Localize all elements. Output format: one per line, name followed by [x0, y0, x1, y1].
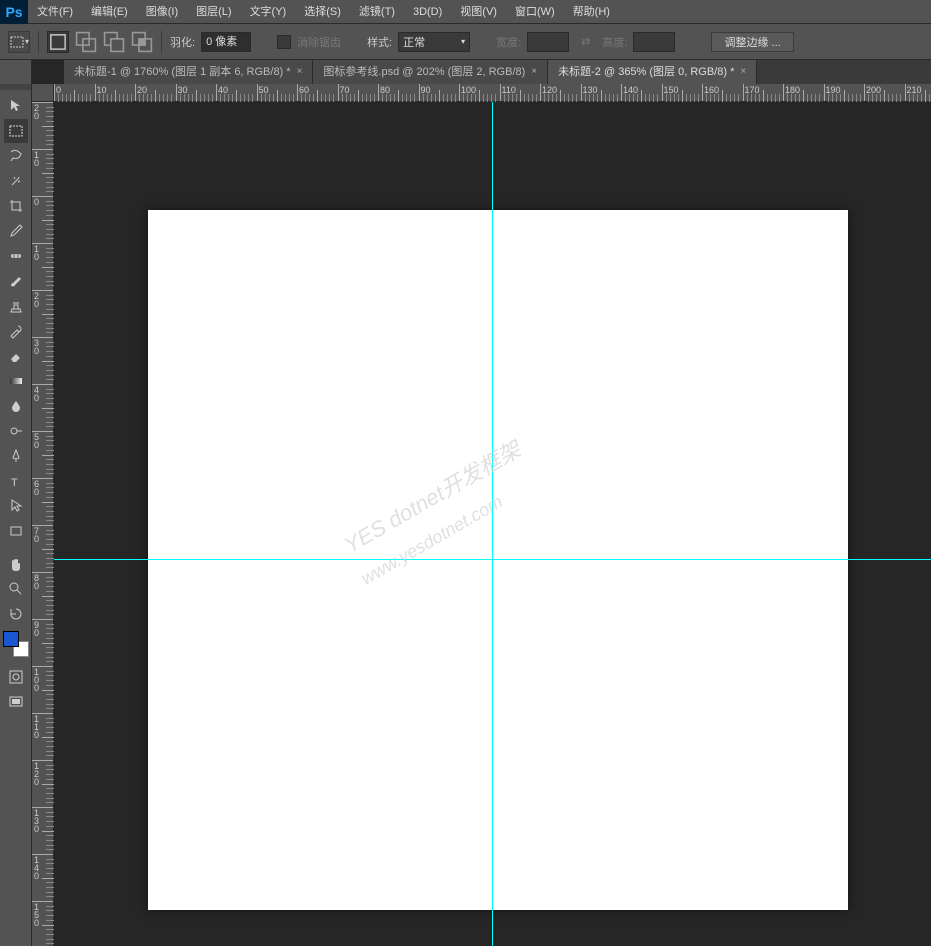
height-label: 高度:: [602, 34, 627, 50]
swap-icon: ⇄: [575, 35, 596, 48]
style-select[interactable]: 正常▾: [398, 32, 470, 52]
close-icon[interactable]: ×: [297, 60, 303, 84]
toolbox-grip[interactable]: [0, 84, 31, 90]
brush-tool[interactable]: [4, 269, 28, 293]
gradient-tool[interactable]: [4, 369, 28, 393]
crop-tool[interactable]: [4, 194, 28, 218]
pen-tool[interactable]: [4, 444, 28, 468]
zoom-tool[interactable]: [4, 577, 28, 601]
ruler-origin[interactable]: [32, 84, 54, 102]
width-input: [527, 32, 569, 52]
selection-add-icon[interactable]: [75, 31, 97, 53]
menu-layer[interactable]: 图层(L): [187, 0, 240, 24]
blur-tool[interactable]: [4, 394, 28, 418]
horizontal-ruler[interactable]: 0102030405060708090100110120130140150160…: [54, 84, 931, 102]
separator: [38, 31, 39, 53]
menu-3d[interactable]: 3D(D): [404, 0, 451, 24]
svg-text:T: T: [11, 477, 18, 489]
refine-edge-button[interactable]: 调整边缘 ...: [711, 32, 793, 52]
color-swatches[interactable]: [3, 631, 29, 657]
hand-tool[interactable]: [4, 552, 28, 576]
feather-label: 羽化:: [170, 34, 195, 50]
antialias-checkbox[interactable]: [277, 35, 291, 49]
menu-file[interactable]: 文件(F): [28, 0, 82, 24]
menubar: Ps 文件(F) 编辑(E) 图像(I) 图层(L) 文字(Y) 选择(S) 滤…: [0, 0, 931, 24]
clone-stamp-tool[interactable]: [4, 294, 28, 318]
document-tab[interactable]: 未标题-1 @ 1760% (图层 1 副本 6, RGB/8) *×: [64, 60, 313, 84]
document-tabbar: 未标题-1 @ 1760% (图层 1 副本 6, RGB/8) *× 图标参考…: [64, 60, 931, 84]
quickmask-icon[interactable]: [4, 665, 28, 689]
menu-view[interactable]: 视图(V): [451, 0, 506, 24]
move-tool[interactable]: [4, 94, 28, 118]
dodge-tool[interactable]: [4, 419, 28, 443]
magic-wand-tool[interactable]: [4, 169, 28, 193]
separator: [161, 31, 162, 53]
lasso-tool[interactable]: [4, 144, 28, 168]
close-icon[interactable]: ×: [740, 60, 746, 84]
selection-intersect-icon[interactable]: [131, 31, 153, 53]
canvas-area[interactable]: 未标题-1 @ 1760% (图层 1 副本 6, RGB/8) *× 图标参考…: [32, 60, 931, 946]
path-select-tool[interactable]: [4, 494, 28, 518]
document-canvas[interactable]: [148, 210, 848, 910]
type-tool[interactable]: T: [4, 469, 28, 493]
feather-input[interactable]: 0 像素: [201, 32, 251, 52]
width-label: 宽度:: [496, 34, 521, 50]
history-brush-tool[interactable]: [4, 319, 28, 343]
selection-new-icon[interactable]: [47, 31, 69, 53]
chevron-down-icon: ▾: [461, 37, 465, 46]
options-bar: ▾ 羽化: 0 像素 消除锯齿 样式: 正常▾ 宽度: ⇄ 高度: 调整边缘 .…: [0, 24, 931, 60]
current-tool-icon[interactable]: ▾: [8, 31, 30, 53]
selection-subtract-icon[interactable]: [103, 31, 125, 53]
menu-image[interactable]: 图像(I): [137, 0, 187, 24]
menu-type[interactable]: 文字(Y): [241, 0, 296, 24]
vertical-ruler[interactable]: 2 01 001 02 03 04 05 06 07 08 09 01 0 01…: [32, 102, 54, 946]
menu-select[interactable]: 选择(S): [295, 0, 350, 24]
healing-brush-tool[interactable]: [4, 244, 28, 268]
rect-marquee-tool[interactable]: [4, 119, 28, 143]
horizontal-guide[interactable]: [54, 559, 931, 560]
menu-filter[interactable]: 滤镜(T): [350, 0, 404, 24]
eyedropper-tool[interactable]: [4, 219, 28, 243]
document-tab[interactable]: 未标题-2 @ 365% (图层 0, RGB/8) *×: [548, 60, 757, 84]
menu-help[interactable]: 帮助(H): [564, 0, 619, 24]
shape-tool[interactable]: [4, 519, 28, 543]
height-input: [633, 32, 675, 52]
rotate-view-tool[interactable]: [4, 602, 28, 626]
app-logo[interactable]: Ps: [0, 0, 28, 24]
document-tab[interactable]: 图标参考线.psd @ 202% (图层 2, RGB/8)×: [313, 60, 548, 84]
workspace: T 未标题-1 @ 1760% (图层 1 副本 6, RGB/8) *× 图标…: [0, 60, 931, 946]
toolbox: T: [0, 60, 32, 946]
screenmode-icon[interactable]: [4, 690, 28, 714]
foreground-color-swatch[interactable]: [3, 631, 19, 647]
menu-edit[interactable]: 编辑(E): [82, 0, 137, 24]
close-icon[interactable]: ×: [531, 60, 537, 84]
antialias-label: 消除锯齿: [297, 34, 341, 50]
style-label: 样式:: [367, 34, 392, 50]
eraser-tool[interactable]: [4, 344, 28, 368]
vertical-guide[interactable]: [492, 102, 493, 946]
menu-window[interactable]: 窗口(W): [506, 0, 564, 24]
chevron-down-icon: ▾: [25, 37, 29, 46]
